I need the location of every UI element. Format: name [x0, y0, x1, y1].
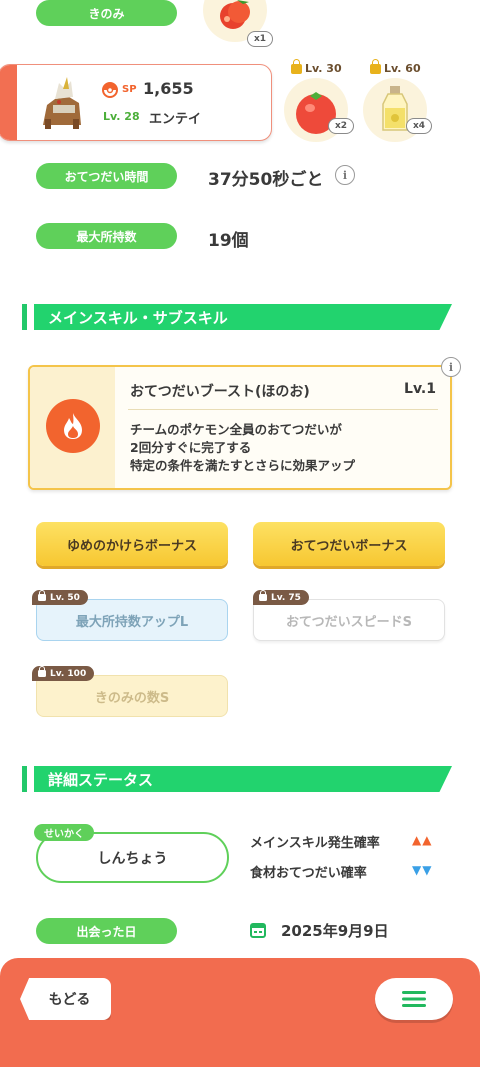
ingredient-2-count: x4	[406, 118, 433, 134]
unlock-level: Lv. 100	[50, 668, 87, 679]
skills-section-header: メインスキル・サブスキル	[22, 304, 452, 330]
skill-desc-line: 特定の条件を満たすとさらに効果アップ	[130, 458, 356, 473]
lock-icon	[38, 590, 46, 601]
calendar-icon	[250, 923, 266, 938]
sp-label: SP	[122, 84, 137, 95]
ingredient-1-unlock: Lv. 30	[291, 58, 342, 75]
down-arrows-icon: ▼▼	[412, 863, 433, 877]
lock-icon	[259, 590, 267, 601]
berry-label: きのみ	[36, 0, 177, 26]
pokemon-portrait	[43, 77, 81, 129]
ingredient-2-level: Lv. 60	[384, 62, 421, 75]
unlock-level: Lv. 75	[271, 592, 301, 603]
pokemon-card[interactable]: SP 1,655 Lv. 28 エンテイ	[0, 64, 272, 141]
sub-skill-inventory-up-l[interactable]: 最大所持数アップL	[36, 599, 228, 641]
skill-icon-panel	[30, 367, 115, 488]
pokemon-name: エンテイ	[149, 112, 202, 127]
skill-divider	[128, 409, 438, 410]
details-section-header: 詳細ステータス	[22, 766, 452, 792]
menu-button[interactable]	[375, 978, 453, 1020]
lock-icon	[370, 58, 381, 74]
info-icon[interactable]: i	[335, 165, 355, 185]
info-icon[interactable]: i	[441, 357, 461, 377]
nature-down-label: 食材おてつだい確率	[250, 866, 367, 881]
help-time-value: 37分50秒ごと	[208, 170, 324, 190]
main-skill-level: Lv.1	[404, 381, 436, 397]
unlock-level: Lv. 50	[50, 592, 80, 603]
met-date-label: 出会った日	[36, 918, 177, 944]
fire-icon	[46, 399, 100, 453]
sub-skill-dream-shard-bonus[interactable]: ゆめのかけらボーナス	[36, 522, 228, 566]
sub-skill-helping-speed-s[interactable]: おてつだいスピードS	[253, 599, 445, 641]
lock-icon	[291, 58, 302, 74]
ingredient-1-level: Lv. 30	[305, 62, 342, 75]
back-button[interactable]: もどる	[20, 978, 111, 1020]
main-skill-description: チームのポケモン全員のおてつだいが 2回分すぐに完了する 特定の条件を満たすとさ…	[130, 421, 355, 475]
pokemon-level: Lv. 28	[103, 110, 140, 123]
lock-icon	[38, 666, 46, 677]
nature-tag: せいかく	[34, 824, 94, 841]
skill-desc-line: チームのポケモン全員のおてつだいが	[130, 422, 342, 437]
details-section-title: 詳細ステータス	[48, 771, 154, 789]
max-carry-label: 最大所持数	[36, 223, 177, 249]
skill-desc-line: 2回分すぐに完了する	[130, 440, 252, 455]
sub-skill-helping-bonus[interactable]: おてつだいボーナス	[253, 522, 445, 566]
sp-value: 1,655	[143, 79, 194, 98]
sub-skill-unlock-tag: Lv. 75	[253, 590, 309, 605]
met-date-value: 2025年9月9日	[281, 922, 389, 940]
skills-section-title: メインスキル・サブスキル	[48, 309, 228, 327]
ingredient-2-unlock: Lv. 60	[370, 58, 421, 75]
sub-skill-unlock-tag: Lv. 100	[32, 666, 95, 681]
sub-skill-berry-finding-s[interactable]: きのみの数S	[36, 675, 228, 717]
header-bar	[22, 304, 27, 330]
pokeball-icon	[102, 82, 118, 98]
ingredient-1-count: x2	[328, 118, 355, 134]
main-skill-card[interactable]: おてつだいブースト(ほのお) Lv.1 チームのポケモン全員のおてつだいが 2回…	[28, 365, 452, 490]
header-bar	[22, 766, 27, 792]
berry-count: x1	[247, 31, 274, 47]
main-skill-name: おてつだいブースト(ほのお)	[130, 384, 310, 400]
sub-skill-unlock-tag: Lv. 50	[32, 590, 88, 605]
help-time-label: おてつだい時間	[36, 163, 177, 189]
hamburger-menu-icon	[402, 991, 426, 1007]
up-arrows-icon: ▲▲	[412, 833, 433, 847]
card-accent	[0, 65, 17, 140]
nature-up-label: メインスキル発生確率	[250, 836, 380, 851]
max-carry-value: 19個	[208, 231, 249, 251]
